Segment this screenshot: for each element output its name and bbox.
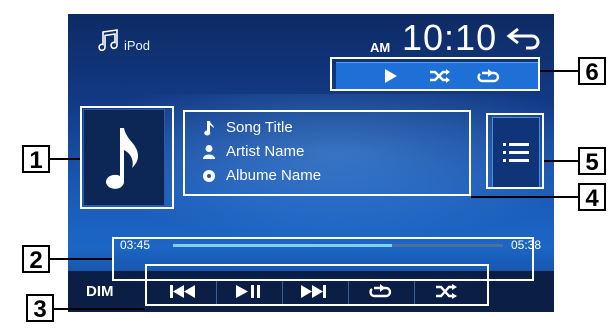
leader-line-3	[54, 308, 145, 310]
leader-line-6	[540, 70, 578, 72]
ampm-indicator: AM	[370, 40, 391, 55]
leader-line-5	[544, 160, 578, 162]
highlight-frame-controls	[145, 264, 489, 306]
back-arrow-icon[interactable]	[504, 26, 542, 52]
leader-line-2	[50, 258, 112, 260]
callout-4: 4	[578, 183, 606, 212]
leader-line-1	[50, 158, 80, 160]
dim-button[interactable]: DIM	[86, 283, 114, 300]
callout-3: 3	[26, 294, 54, 323]
callout-6: 6	[578, 57, 606, 86]
highlight-frame-track-info	[183, 110, 471, 196]
highlight-frame-artwork	[80, 106, 174, 209]
music-note-icon	[98, 29, 118, 52]
callout-1: 1	[22, 145, 50, 174]
leader-line-4	[471, 196, 578, 198]
source-label: iPod	[124, 38, 151, 53]
highlight-frame-status	[330, 57, 540, 91]
highlight-frame-list	[486, 113, 544, 189]
clock: 10:10	[402, 17, 498, 58]
callout-5: 5	[578, 147, 606, 176]
callout-2: 2	[22, 245, 50, 274]
